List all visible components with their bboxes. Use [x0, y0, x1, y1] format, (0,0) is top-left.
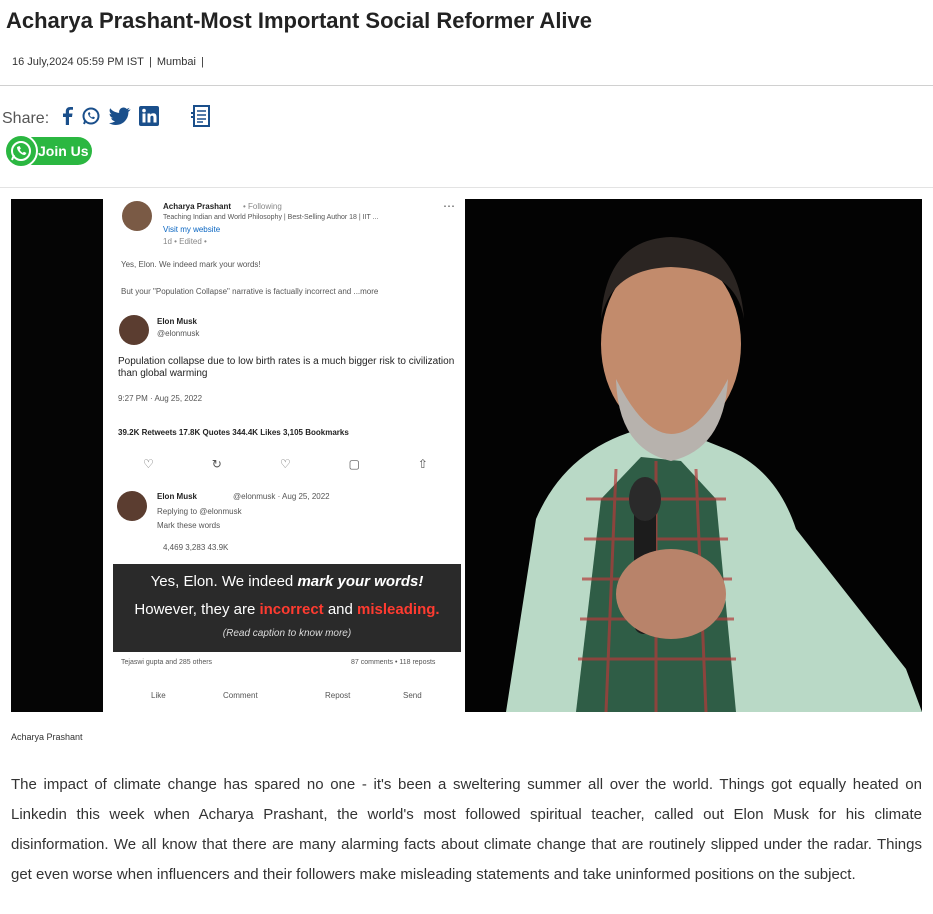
article-date: 16 July,2024 05:59 PM IST — [12, 56, 144, 68]
action-comment: Comment — [223, 691, 258, 700]
hero-image: Acharya Prashant • Following Teaching In… — [11, 199, 922, 712]
share-label: Share: — [2, 109, 50, 127]
banner-emphasis: mark your words! — [297, 573, 424, 590]
tweet-time: 9:27 PM · Aug 25, 2022 — [118, 394, 203, 403]
speaker-photo — [466, 199, 922, 712]
comment-count: 87 comments • 118 reposts — [351, 659, 436, 666]
action-repost: Repost — [325, 691, 351, 700]
banner-text: and — [323, 601, 358, 618]
article-location: Mumbai — [156, 56, 196, 68]
reply-to: Replying to @elonmusk — [157, 507, 242, 516]
page-title: Acharya Prashant-Most Important Social R… — [6, 8, 593, 33]
tweet-handle: @elonmusk — [157, 329, 200, 338]
post-link: Visit my website — [163, 225, 221, 234]
reply-text: Mark these words — [157, 521, 221, 530]
reply-handle: @elonmusk · Aug 25, 2022 — [233, 492, 330, 501]
tweet-text: Population collapse due to low birth rat… — [118, 356, 455, 379]
reply-stats: 4,469 3,283 43.9K — [163, 543, 229, 552]
twitter-icon[interactable] — [109, 107, 131, 130]
linkedin-icon[interactable] — [139, 106, 160, 131]
post-headline: Teaching Indian and World Philosophy | B… — [163, 214, 379, 221]
avatar — [122, 201, 152, 231]
image-caption: Acharya Prashant — [11, 732, 83, 742]
tweet-stats: 39.2K Retweets 17.8K Quotes 344.4K Likes… — [118, 428, 349, 437]
banner-highlight: misleading. — [357, 601, 440, 618]
meta-separator: | — [201, 56, 204, 68]
whatsapp-icon — [4, 134, 38, 168]
banner-highlight: incorrect — [259, 601, 324, 618]
more-icon: ⋯ — [443, 199, 455, 213]
post-following: • Following — [243, 202, 282, 211]
tweet-author: Elon Musk — [157, 317, 198, 326]
tweet-actions: ♡↻♡▢⇧ — [143, 457, 486, 471]
post-author: Acharya Prashant — [163, 202, 232, 211]
divider — [0, 187, 933, 188]
whatsapp-icon[interactable] — [81, 106, 101, 131]
facebook-icon[interactable] — [61, 107, 74, 130]
reactions: Tejaswi gupta and 285 others — [121, 659, 213, 666]
action-like: Like — [151, 691, 166, 700]
post-text: Yes, Elon. We indeed mark your words! — [121, 260, 261, 269]
divider — [0, 85, 933, 86]
article-meta: 16 July,2024 05:59 PM IST | Mumbai | — [12, 56, 206, 68]
post-time: 1d • Edited • — [163, 237, 207, 246]
banner-note: (Read caption to know more) — [222, 628, 352, 639]
reply-author: Elon Musk — [157, 492, 198, 501]
post-text: But your "Population Collapse" narrative… — [121, 287, 379, 296]
join-us-button[interactable]: Join Us — [4, 134, 92, 168]
avatar — [119, 315, 149, 345]
article-body: The impact of climate change has spared … — [11, 776, 922, 883]
share-bar: Share: — [2, 104, 213, 133]
social-post-screenshot: Acharya Prashant • Following Teaching In… — [103, 199, 465, 712]
banner-text: Yes, Elon. We indeed — [150, 573, 298, 590]
quote-banner: Yes, Elon. We indeed mark your words! Ho… — [113, 564, 461, 652]
action-send: Send — [403, 691, 422, 700]
avatar — [117, 491, 147, 521]
meta-separator: | — [148, 56, 152, 68]
print-icon[interactable] — [189, 104, 213, 133]
banner-text: However, they are — [134, 601, 260, 618]
